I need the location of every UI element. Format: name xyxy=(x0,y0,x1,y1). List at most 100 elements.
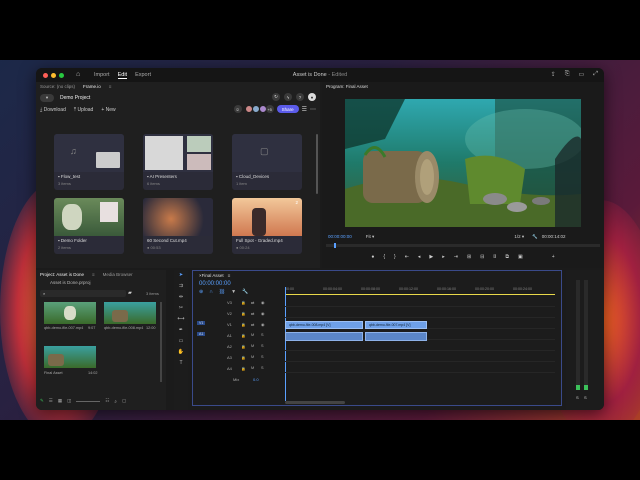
track-header-v2[interactable]: V2 🔒 ⇄ ◉ xyxy=(193,310,285,318)
solo-icon[interactable]: S xyxy=(261,333,264,337)
sync-icon[interactable]: ⇄ xyxy=(251,300,254,305)
new-button[interactable]: + New xyxy=(101,107,115,113)
lock-icon[interactable]: 🔒 xyxy=(241,311,246,316)
panel-menu-icon[interactable]: ≡ xyxy=(92,272,95,277)
mute-icon[interactable]: M xyxy=(251,333,254,337)
export-icon[interactable]: ⎘ xyxy=(565,71,570,78)
sync-icon[interactable]: ⇄ xyxy=(251,322,254,327)
ripple-edit-icon[interactable]: ⇹ xyxy=(174,292,188,303)
razor-icon[interactable]: ✂ xyxy=(174,303,188,314)
audio-clip[interactable] xyxy=(365,332,427,341)
snap-icon[interactable]: ∩ xyxy=(209,289,213,295)
program-scrubber[interactable] xyxy=(326,243,600,248)
program-video-frame[interactable] xyxy=(345,99,581,227)
track-select-icon[interactable]: ⇉ xyxy=(174,281,188,292)
upload-button[interactable]: ⤒ Upload xyxy=(74,107,93,113)
asset-card[interactable]: ▪ AI Presenters 6 items xyxy=(143,134,213,190)
lock-icon[interactable]: 🔒 xyxy=(241,333,246,338)
asset-card[interactable]: ▢ ▪ Cloud_Devices 1 item xyxy=(232,134,302,190)
audio-clip[interactable] xyxy=(285,332,363,341)
step-back-icon[interactable]: ◂ xyxy=(418,254,421,264)
selection-tool-icon[interactable]: ➤ xyxy=(174,270,188,281)
project-switcher[interactable]: ▾ xyxy=(40,93,54,102)
solo-left[interactable]: S xyxy=(576,395,579,400)
go-to-out-icon[interactable]: ⇥ xyxy=(454,254,458,264)
timeline-scrollbar[interactable] xyxy=(285,401,345,404)
list-view-icon[interactable]: ☰ xyxy=(49,398,53,404)
track-lane[interactable] xyxy=(285,354,555,362)
work-area-bar[interactable] xyxy=(285,294,555,295)
solo-right[interactable]: S xyxy=(584,395,587,400)
source-patch[interactable]: A1 xyxy=(197,332,206,336)
help-icon[interactable]: ? xyxy=(296,93,304,101)
mute-icon[interactable]: M xyxy=(251,344,254,348)
refresh-icon[interactable]: ↻ xyxy=(272,93,280,101)
panel-icon[interactable]: ▭ xyxy=(579,71,585,78)
mix-track[interactable]: Mix 0.0 xyxy=(193,376,285,384)
panel-menu-icon[interactable]: ≡ xyxy=(228,273,231,278)
linked-selection-icon[interactable]: ⛓ xyxy=(219,289,225,295)
mix-value[interactable]: 0.0 xyxy=(253,377,259,382)
track-header-a3[interactable]: A3 🔒 M S xyxy=(193,354,285,362)
project-clip-thumb[interactable] xyxy=(44,302,96,324)
lock-icon[interactable]: 🔒 xyxy=(241,355,246,360)
camera-icon[interactable]: ⌷ xyxy=(493,254,496,264)
project-search-input[interactable]: ⌕ xyxy=(40,290,126,297)
nest-icon[interactable]: ⊕ xyxy=(199,289,203,295)
slip-icon[interactable]: ⟷ xyxy=(174,314,188,325)
user-avatar-icon[interactable]: ● xyxy=(308,93,316,101)
eye-icon[interactable]: ◉ xyxy=(261,322,264,327)
tab-frameio[interactable]: Frame.io xyxy=(83,84,101,89)
fit-dropdown[interactable]: Fit ▾ xyxy=(366,234,375,240)
share-out-icon[interactable]: ⇪ xyxy=(551,71,556,78)
video-clip[interactable]: qbb-demo-file-007.mp4 [V] xyxy=(365,321,427,329)
compare-icon[interactable]: ⧉ xyxy=(505,254,509,264)
source-patch[interactable]: V1 xyxy=(197,321,206,325)
go-to-in-icon[interactable]: ⇤ xyxy=(405,254,409,264)
list-view-icon[interactable]: ☰ xyxy=(302,106,307,113)
hand-icon[interactable]: ✋ xyxy=(174,347,188,358)
extract-icon[interactable]: ⊟ xyxy=(480,254,484,264)
track-header-v1[interactable]: V1 🔒 ⇄ ◉ V1 xyxy=(193,321,285,329)
project-clip-thumb[interactable] xyxy=(104,302,156,324)
fullscreen-icon[interactable]: ⤢ xyxy=(593,71,598,78)
sort-icon[interactable]: ☷ xyxy=(105,398,109,404)
freeform-view-icon[interactable]: ◫ xyxy=(67,398,71,404)
tab-project[interactable]: Project: Asset is Done xyxy=(40,272,84,277)
sequence-tab[interactable]: × Final Asset ≡ xyxy=(193,271,561,279)
pen-icon[interactable]: ✒ xyxy=(174,325,188,336)
resolution-dropdown[interactable]: 1/2 ▾ xyxy=(514,234,524,240)
project-sequence-thumb[interactable] xyxy=(44,346,96,368)
track-header-a2[interactable]: A2 🔒 M S xyxy=(193,343,285,351)
icon-view-icon[interactable]: ▦ xyxy=(58,398,62,404)
more-options-icon[interactable]: ⋯ xyxy=(310,106,316,113)
lock-icon[interactable]: 🔒 xyxy=(241,322,246,327)
timeline-timecode[interactable]: 00:00:00:00 xyxy=(199,281,231,287)
mute-icon[interactable]: M xyxy=(251,355,254,359)
add-person-icon[interactable]: ☺ xyxy=(233,105,242,113)
marker-icon[interactable]: ▼ xyxy=(231,289,236,295)
pencil-icon[interactable]: ✎ xyxy=(40,398,44,404)
playhead[interactable] xyxy=(334,243,337,248)
mark-out-icon[interactable]: } xyxy=(394,254,396,264)
program-timecode[interactable]: 00:00:00:00 xyxy=(328,234,352,239)
asset-card[interactable]: ▪ Demo Folder 2 items xyxy=(54,198,124,254)
track-header-a1[interactable]: A1 🔒 M S A1 xyxy=(193,332,285,340)
video-clip[interactable]: qbb-demo-file-008.mp4 [V] xyxy=(285,321,363,329)
more-collaborators[interactable]: +5 xyxy=(265,105,274,113)
rectangle-icon[interactable]: ▭ xyxy=(174,336,188,347)
asset-scrollbar[interactable] xyxy=(316,134,318,194)
sync-icon[interactable]: ⇄ xyxy=(251,311,254,316)
find-icon[interactable]: ⌕ xyxy=(114,399,117,404)
lock-icon[interactable]: 🔒 xyxy=(241,300,246,305)
wrench-icon[interactable]: 🔧 xyxy=(242,289,248,295)
lock-icon[interactable]: 🔒 xyxy=(241,344,246,349)
new-item-icon[interactable]: ▢ xyxy=(122,398,126,404)
wrench-icon[interactable]: 🔧 xyxy=(532,234,538,240)
track-lane[interactable] xyxy=(285,310,555,318)
share-button[interactable]: Share xyxy=(276,105,299,113)
track-header-v3[interactable]: V3 🔒 ⇄ ◉ xyxy=(193,299,285,307)
add-button-icon[interactable]: + xyxy=(552,254,555,264)
asset-card[interactable]: ♫ ▪ Flow_test 3 items xyxy=(54,134,124,190)
asset-card[interactable]: 2 Full Spot - Graded.mp4 ● 00:24 xyxy=(232,198,302,254)
